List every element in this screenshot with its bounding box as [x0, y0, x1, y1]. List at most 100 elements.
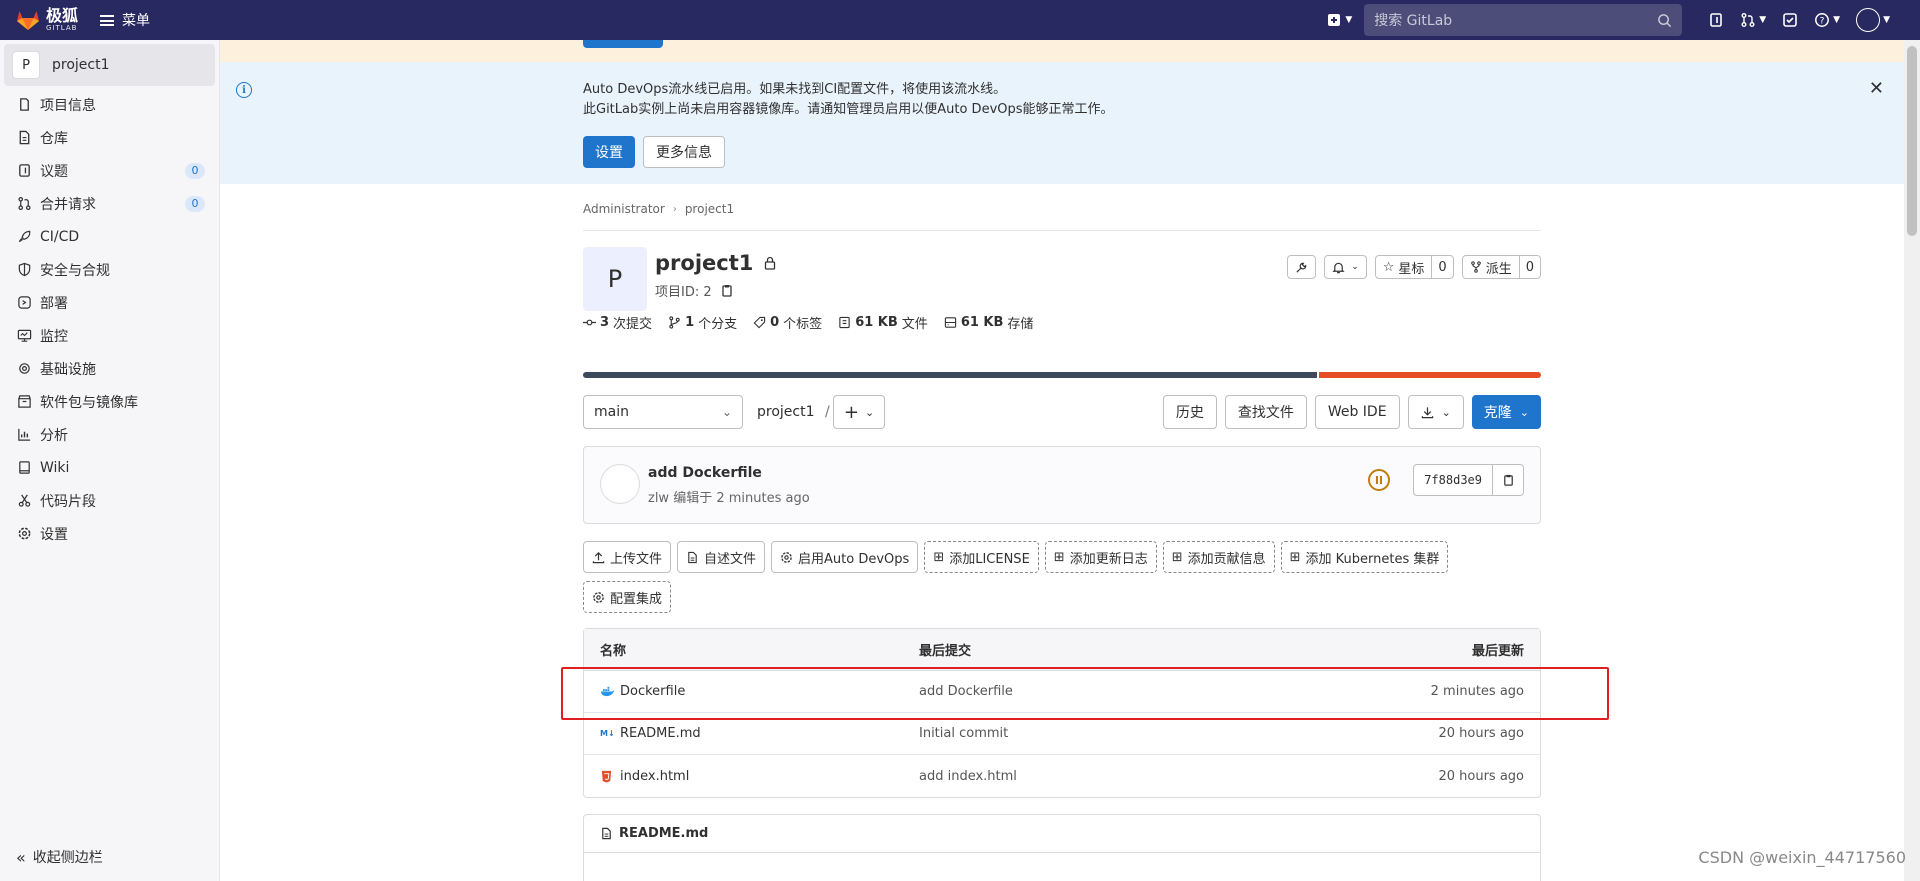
- gear-icon: [16, 526, 32, 542]
- repository-toolbar: main ⌄ project1 / + ⌄ 历史 查找文件 Web IDE ⌄ …: [583, 395, 1541, 429]
- sidebar-item-label: 部署: [40, 295, 68, 312]
- sidebar-item-project-info[interactable]: 项目信息: [0, 88, 219, 121]
- sidebar-item-merge-requests[interactable]: 合并请求 0: [0, 187, 219, 220]
- main-menu-button[interactable]: 菜单: [100, 10, 150, 30]
- configure-integrations-button[interactable]: 配置集成: [583, 581, 672, 613]
- column-header-name: 名称: [600, 644, 627, 659]
- sidebar-item-settings[interactable]: 设置: [0, 517, 219, 550]
- merge-request-icon: [1741, 13, 1755, 27]
- quick-actions: 上传文件 自述文件 启用Auto DevOps ⊞ 添加LICENSE ⊞ 添加更新…: [583, 541, 1541, 613]
- sidebar-item-repository[interactable]: 仓库: [0, 121, 219, 154]
- enable-auto-devops-button[interactable]: 启用Auto DevOps: [771, 541, 919, 573]
- add-to-tree-dropdown[interactable]: + ⌄: [833, 395, 885, 429]
- chevron-down-icon: ⌄: [864, 405, 875, 419]
- table-header: 名称 最后提交 最后更新: [584, 629, 1540, 671]
- sidebar-item-packages[interactable]: 软件包与镜像库: [0, 385, 219, 418]
- file-last-update: 20 hours ago: [1438, 726, 1524, 741]
- file-name-link[interactable]: index.html: [620, 769, 689, 784]
- column-header-last-update: 最后更新: [1471, 644, 1524, 659]
- sidebar-item-deployments[interactable]: 部署: [0, 286, 219, 319]
- sidebar-item-label: 软件包与镜像库: [40, 394, 138, 411]
- brand-name: 极狐: [46, 6, 79, 25]
- find-file-button[interactable]: 查找文件: [1224, 395, 1307, 429]
- gitlab-logo-icon: [17, 11, 39, 30]
- repo-path-root[interactable]: project1: [757, 404, 815, 420]
- file-last-commit-link[interactable]: add index.html: [919, 769, 1017, 784]
- project-avatar: P: [12, 51, 40, 79]
- file-last-commit-link[interactable]: Initial commit: [919, 726, 1008, 741]
- deployments-icon: [16, 295, 32, 311]
- issues-shortcut[interactable]: [1708, 12, 1724, 28]
- sidebar-item-analytics[interactable]: 分析: [0, 418, 219, 451]
- user-menu-dropdown[interactable]: ▼: [1856, 8, 1890, 32]
- copy-sha-button[interactable]: [1493, 465, 1523, 495]
- chevron-down-icon: ▼: [1883, 15, 1890, 25]
- brand-logo-link[interactable]: 极狐 GITLAB: [16, 8, 78, 32]
- chart-icon: [16, 427, 32, 443]
- plus-icon: +: [843, 401, 859, 423]
- sidebar-item-label: 设置: [40, 526, 68, 543]
- sidebar-item-label: 安全与合规: [40, 262, 110, 279]
- sidebar-item-label: 项目信息: [40, 97, 96, 114]
- file-last-update: 20 hours ago: [1438, 768, 1524, 784]
- pipeline-paused-icon[interactable]: [1368, 469, 1390, 491]
- rocket-icon: [16, 229, 32, 245]
- sidebar-project-name: project1: [52, 57, 110, 73]
- collapse-sidebar-button[interactable]: « 收起侧边栏: [16, 847, 103, 867]
- sidebar-project-link[interactable]: P project1: [4, 44, 215, 86]
- sidebar-item-monitor[interactable]: 监控: [0, 319, 219, 352]
- web-ide-button[interactable]: Web IDE: [1314, 395, 1400, 429]
- project-sidebar: P project1 项目信息 仓库 议题 0 合并请求 0 CI/CD 安全与…: [0, 40, 220, 881]
- main-column: main ⌄ project1 / + ⌄ 历史 查找文件 Web IDE ⌄ …: [583, 0, 1541, 881]
- add-license-button[interactable]: ⊞ 添加LICENSE: [924, 541, 1039, 573]
- upload-icon: [592, 551, 605, 563]
- sidebar-item-cicd[interactable]: CI/CD: [0, 220, 219, 253]
- close-icon[interactable]: ✕: [1869, 78, 1884, 99]
- todos-shortcut[interactable]: [1782, 12, 1798, 28]
- sidebar-item-infrastructure[interactable]: 基础设施: [0, 352, 219, 385]
- quick-action-label: 配置集成: [610, 591, 663, 607]
- quick-action-label: 添加贡献信息: [1187, 551, 1266, 567]
- table-row[interactable]: index.html add index.html 20 hours ago: [584, 755, 1540, 797]
- issues-icon: [16, 163, 32, 179]
- help-dropdown[interactable]: ? ▼: [1814, 12, 1840, 28]
- sidebar-item-issues[interactable]: 议题 0: [0, 154, 219, 187]
- svg-text:?: ?: [1820, 17, 1825, 27]
- readme-title[interactable]: README.md: [619, 826, 708, 841]
- sidebar-item-snippets[interactable]: 代码片段: [0, 484, 219, 517]
- commit-message[interactable]: add Dockerfile: [648, 465, 762, 481]
- scrollbar-thumb[interactable]: [1907, 46, 1917, 236]
- add-contributing-button[interactable]: ⊞ 添加贡献信息: [1162, 541, 1275, 573]
- branch-select[interactable]: main ⌄: [583, 395, 743, 429]
- help-icon: ?: [1815, 13, 1830, 27]
- quick-action-label: 上传文件: [610, 551, 663, 567]
- history-button[interactable]: 历史: [1162, 395, 1217, 429]
- todo-check-icon: [1783, 13, 1797, 27]
- page-scrollbar[interactable]: [1904, 40, 1920, 881]
- sidebar-item-wiki[interactable]: Wiki: [0, 451, 219, 484]
- sidebar-nav: 项目信息 仓库 议题 0 合并请求 0 CI/CD 安全与合规 部署 监控 基础…: [0, 88, 219, 550]
- copy-icon: [1503, 474, 1513, 486]
- download-dropdown[interactable]: ⌄: [1407, 395, 1464, 429]
- plus-square-icon: ⊞: [1289, 549, 1301, 565]
- readme-button[interactable]: 自述文件: [677, 541, 766, 573]
- clone-dropdown[interactable]: 克隆 ⌄: [1471, 395, 1541, 429]
- sidebar-item-security[interactable]: 安全与合规: [0, 253, 219, 286]
- commit-sha[interactable]: 7f88d3e9: [1414, 465, 1493, 495]
- commit-author-avatar[interactable]: [600, 464, 640, 504]
- book-icon: [16, 460, 32, 476]
- doc-icon: [602, 827, 611, 840]
- merge-requests-shortcut[interactable]: ▼: [1740, 12, 1766, 28]
- markdown-icon: M↓: [600, 729, 615, 738]
- upload-file-button[interactable]: 上传文件: [583, 541, 672, 573]
- add-kubernetes-cluster-button[interactable]: ⊞ 添加 Kubernetes 集群: [1280, 541, 1449, 573]
- info-circle-icon: i: [236, 82, 252, 98]
- search-icon: [1658, 13, 1672, 27]
- issues-count-badge: 0: [185, 162, 205, 179]
- doc-icon: [16, 130, 32, 146]
- file-name-link[interactable]: README.md: [620, 726, 701, 741]
- menu-label: 菜单: [122, 13, 151, 29]
- info-icon: [16, 97, 32, 113]
- add-changelog-button[interactable]: ⊞ 添加更新日志: [1044, 541, 1157, 573]
- column-header-last-commit: 最后提交: [919, 644, 972, 659]
